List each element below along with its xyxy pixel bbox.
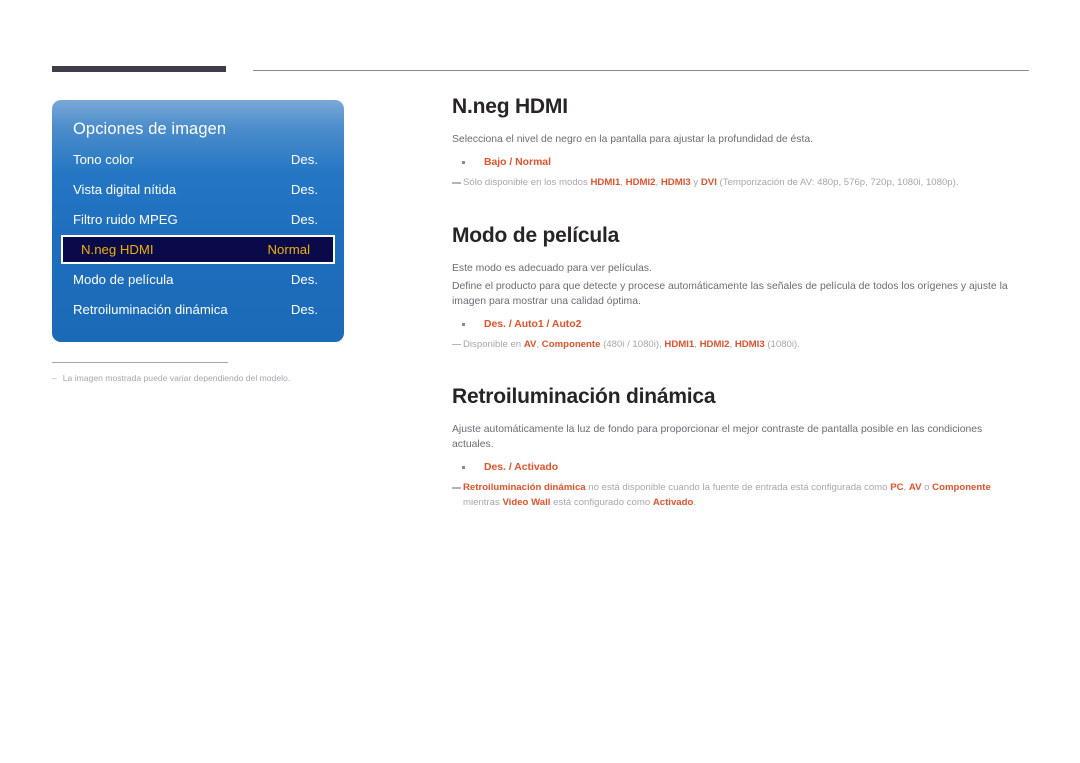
osd-footnote-block: – La imagen mostrada puede variar depend… [52,362,290,385]
osd-menu-item-filtro-ruido-mpeg[interactable]: Filtro ruido MPEG Des. [52,205,344,234]
section-paragraph: Ajuste automáticamente la luz de fondo p… [452,424,983,450]
bullet-dot-icon [462,322,465,326]
osd-illustration-column: Opciones de imagen Tono color Des. Vista… [52,100,344,385]
osd-footnote-text: La imagen mostrada puede variar dependie… [62,373,291,383]
section-option-values: Bajo / Normal [484,157,551,168]
osd-item-label: Modo de película [73,272,174,287]
osd-menu-item-modo-de-pelicula[interactable]: Modo de película Des. [52,265,344,294]
osd-item-value: Normal [267,242,311,257]
header-rule-thick [52,66,226,72]
section-paragraph: Define el producto para que detecte y pr… [452,280,1008,307]
bullet-dot-icon [462,466,465,469]
osd-item-value: Des. [290,152,318,167]
footnote-dash-icon: – [52,373,57,383]
osd-item-label: N.neg HDMI [81,242,154,257]
osd-footnote: – La imagen mostrada puede variar depend… [52,372,352,385]
osd-item-value: Des. [290,182,318,197]
osd-menu-panel: Opciones de imagen Tono color Des. Vista… [52,100,344,342]
note-dash-icon [452,182,461,184]
section-note-text: Retroiluminación dinámica no está dispon… [463,482,991,508]
section-note-modo-de-pelicula: Disponible en AV, Componente (480i / 108… [452,338,1032,353]
page-header-rule [0,0,1080,80]
osd-item-value: Des. [290,302,318,317]
osd-item-label: Filtro ruido MPEG [73,212,178,227]
manual-content-column: N.neg HDMI Selecciona el nivel de negro … [452,94,1032,510]
section-heading-modo-de-pelicula: Modo de película [452,223,620,247]
osd-menu-item-n-neg-hdmi-selected[interactable]: N.neg HDMI Normal [61,235,335,264]
osd-item-label: Tono color [73,152,134,167]
section-heading-retroiluminacion-dinamica: Retroiluminación dinámica [452,385,716,408]
header-rule-thin [253,70,1029,71]
section-paragraph: Selecciona el nivel de negro en la panta… [452,134,814,145]
osd-item-label: Vista digital nítida [73,182,177,197]
section-option-list-retroiluminacion-dinamica: Des. / Activado [452,460,1032,475]
osd-menu-title: Opciones de imagen [73,120,227,138]
section-option-values: Des. / Auto1 / Auto2 [484,318,582,330]
note-dash-icon [452,487,461,489]
section-note-retroiluminacion-dinamica: Retroiluminación dinámica no está dispon… [452,481,1032,510]
section-option-list-modo-de-pelicula: Des. / Auto1 / Auto2 [452,317,1032,332]
osd-item-label: Retroiluminación dinámica [73,302,228,317]
section-option-values: Des. / Activado [484,462,559,473]
section-option-list-n-neg-hdmi: Bajo / Normal [452,155,1032,170]
osd-menu-item-retroiluminacion-dinamica[interactable]: Retroiluminación dinámica Des. [52,295,344,324]
section-note-text: Disponible en AV, Componente (480i / 108… [463,338,800,350]
section-heading-n-neg-hdmi: N.neg HDMI [452,95,568,118]
osd-item-value: Des. [290,212,318,227]
section-note-n-neg-hdmi: Sólo disponible en los modos HDMI1, HDMI… [452,176,1032,191]
osd-menu-item-tono-color[interactable]: Tono color Des. [52,145,344,174]
osd-menu-item-vista-digital-nitida[interactable]: Vista digital nítida Des. [52,175,344,204]
section-note-text: Sólo disponible en los modos HDMI1, HDMI… [463,177,959,188]
osd-item-value: Des. [290,272,318,287]
osd-footnote-rule [52,362,228,363]
section-paragraph: Este modo es adecuado para ver películas… [452,262,652,274]
bullet-dot-icon [462,161,465,164]
note-dash-icon [452,343,461,345]
